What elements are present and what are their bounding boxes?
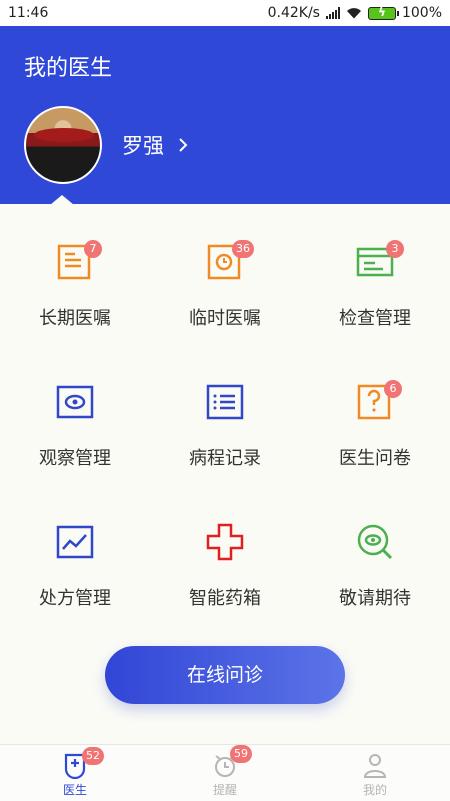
grid-item-label: 敬请期待 (339, 588, 411, 609)
grid-item-label: 处方管理 (39, 588, 111, 609)
chevron-right-icon (179, 138, 188, 152)
list-record-icon (206, 384, 244, 420)
grid-item-long-term-orders[interactable]: 7 长期医嘱 (0, 230, 150, 340)
grid-item-label: 智能药箱 (189, 588, 261, 609)
badge: 6 (384, 380, 402, 398)
status-indicators: 0.42K/s ϟ 100% (267, 5, 442, 22)
person-icon (363, 754, 387, 778)
header-pointer (50, 195, 74, 205)
signal-icon (325, 7, 340, 19)
online-consultation-button[interactable]: 在线问诊 (105, 646, 345, 704)
grid-item-label: 临时医嘱 (189, 308, 261, 329)
badge: 3 (386, 240, 404, 258)
medical-cross-icon (206, 523, 244, 561)
tab-mine[interactable]: 我的 (300, 745, 450, 801)
network-speed: 0.42K/s (267, 5, 320, 21)
grid-item-smart-medicine-box[interactable]: 智能药箱 (150, 510, 300, 620)
trend-chart-icon (56, 525, 94, 559)
user-name: 罗强 (122, 134, 164, 158)
battery-icon: ϟ (367, 5, 399, 20)
tab-label: 医生 (62, 783, 87, 797)
bottom-tab-bar: 52 医生 59 提醒 我的 (0, 744, 450, 801)
grid-item-label: 长期医嘱 (39, 308, 111, 329)
grid-item-prescription-management[interactable]: 处方管理 (0, 510, 150, 620)
tab-label: 提醒 (212, 783, 237, 797)
wifi-icon (346, 8, 361, 19)
grid-item-label: 检查管理 (339, 308, 411, 329)
tab-label: 我的 (362, 783, 387, 797)
grid-item-label: 医生问卷 (339, 448, 411, 469)
grid-item-coming-soon[interactable]: 敬请期待 (300, 510, 450, 620)
grid-item-label: 病程记录 (189, 448, 261, 469)
badge: 59 (230, 745, 252, 763)
user-profile-link[interactable]: 罗强 (122, 130, 192, 160)
tab-doctor[interactable]: 52 医生 (0, 745, 150, 801)
badge: 52 (82, 747, 104, 765)
status-time: 11:46 (8, 5, 49, 21)
battery-percent: 100% (401, 5, 442, 21)
avatar[interactable] (24, 106, 102, 184)
grid-item-progress-records[interactable]: 病程记录 (150, 370, 300, 480)
eye-frame-icon (56, 385, 94, 419)
grid-item-doctor-questionnaire[interactable]: 6 医生问卷 (300, 370, 450, 480)
grid-item-label: 观察管理 (39, 448, 111, 469)
eye-search-icon (357, 524, 393, 560)
page-title: 我的医生 (24, 56, 113, 81)
tab-reminders[interactable]: 59 提醒 (150, 745, 300, 801)
grid-item-exam-management[interactable]: 3 检查管理 (300, 230, 450, 340)
status-bar: 11:46 0.42K/s ϟ 100% (0, 0, 450, 26)
badge: 36 (232, 240, 254, 258)
profile-header: 我的医生 罗强 (0, 26, 450, 204)
grid-item-temporary-orders[interactable]: 36 临时医嘱 (150, 230, 300, 340)
badge: 7 (84, 240, 102, 258)
grid-item-observation-management[interactable]: 观察管理 (0, 370, 150, 480)
